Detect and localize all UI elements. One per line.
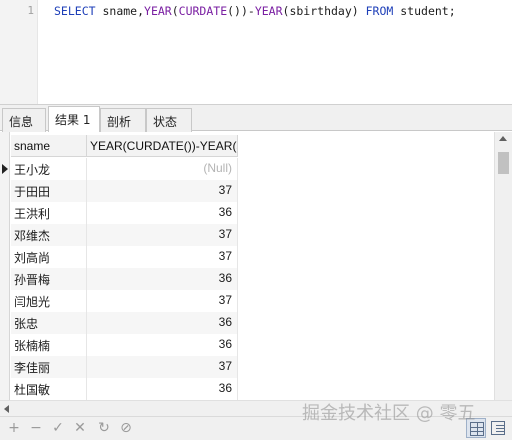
table-row[interactable]: 王小龙 (Null) — [11, 158, 238, 180]
cell-sname[interactable]: 王洪利 — [11, 202, 87, 224]
sql-editor[interactable]: 1 SELECT sname,YEAR(CURDATE())-YEAR(sbir… — [0, 0, 512, 104]
line-number-gutter: 1 — [0, 0, 38, 104]
sql-function-year-2: YEAR — [254, 4, 283, 18]
cell-age[interactable]: 36 — [87, 378, 238, 400]
tab-profile[interactable]: 剖析 — [100, 108, 146, 132]
cell-age[interactable]: 36 — [87, 202, 238, 224]
cell-age[interactable]: 36 — [87, 268, 238, 290]
horizontal-scrollbar[interactable] — [0, 400, 512, 416]
line-number: 1 — [27, 4, 34, 17]
cell-sname[interactable]: 于田田 — [11, 180, 87, 202]
table-row[interactable]: 孙晋梅 36 — [11, 268, 238, 290]
table-row[interactable]: 于田田 37 — [11, 180, 238, 202]
sql-columns: sname, — [95, 4, 145, 18]
cell-age[interactable]: 37 — [87, 224, 238, 246]
cell-sname[interactable]: 孙晋梅 — [11, 268, 87, 290]
vertical-scrollbar[interactable] — [494, 132, 512, 400]
sql-function-curdate: CURDATE — [178, 4, 228, 18]
tab-status[interactable]: 状态 — [146, 108, 192, 132]
table-row[interactable]: 王洪利 36 — [11, 202, 238, 224]
tab-result-1[interactable]: 结果 1 — [48, 106, 100, 133]
cell-age[interactable]: 37 — [87, 290, 238, 312]
cell-sname[interactable]: 李佳丽 — [11, 356, 87, 378]
cell-age[interactable]: 36 — [87, 312, 238, 334]
vertical-scroll-thumb[interactable] — [498, 152, 509, 174]
stop-icon[interactable]: ⊘ — [116, 418, 136, 438]
cell-sname[interactable]: 刘高尚 — [11, 246, 87, 268]
refresh-icon[interactable]: ↻ — [94, 418, 114, 438]
cell-age[interactable]: 37 — [87, 356, 238, 378]
cell-sname[interactable]: 杜国敏 — [11, 378, 87, 400]
column-header-sname[interactable]: sname — [11, 135, 87, 157]
add-icon[interactable]: + — [4, 418, 24, 438]
check-icon[interactable]: ✓ — [48, 418, 68, 438]
cell-age[interactable]: 37 — [87, 180, 238, 202]
table-row[interactable]: 张忠 36 — [11, 312, 238, 334]
scroll-up-arrow-icon[interactable] — [499, 136, 507, 141]
cell-age[interactable]: 37 — [87, 246, 238, 268]
cell-age[interactable]: 36 — [87, 334, 238, 356]
table-row[interactable]: 杜国敏 36 — [11, 378, 238, 400]
sql-paren: ( — [171, 4, 179, 18]
sql-keyword-from: FROM — [365, 4, 394, 18]
table-row[interactable]: 刘高尚 37 — [11, 246, 238, 268]
current-row-indicator-icon — [2, 164, 8, 174]
grid-view-button[interactable] — [466, 418, 486, 438]
form-view-button[interactable] — [488, 418, 508, 438]
cell-sname[interactable]: 王小龙 — [11, 158, 87, 180]
sql-argument: (sbirthday) — [282, 4, 366, 18]
close-icon[interactable]: ✕ — [70, 418, 90, 438]
cell-sname[interactable]: 张忠 — [11, 312, 87, 334]
remove-icon[interactable]: − — [26, 418, 46, 438]
sql-code-line[interactable]: SELECT sname,YEAR(CURDATE())-YEAR(sbirth… — [54, 4, 456, 18]
table-row[interactable]: 邓维杰 37 — [11, 224, 238, 246]
result-tab-bar: 信息 结果 1 剖析 状态 — [0, 104, 512, 133]
result-grid[interactable]: sname YEAR(CURDATE())-YEAR(s 王小龙 (Null) 于田… — [0, 132, 512, 400]
sql-call: ())- — [227, 4, 255, 18]
table-row[interactable]: 张楠楠 36 — [11, 334, 238, 356]
cell-sname[interactable]: 邓维杰 — [11, 224, 87, 246]
column-header-age[interactable]: YEAR(CURDATE())-YEAR(s — [87, 135, 238, 157]
scroll-left-arrow-icon[interactable] — [4, 405, 9, 413]
cell-sname[interactable]: 闫旭光 — [11, 290, 87, 312]
grid-view-icon — [470, 422, 484, 436]
table-row[interactable]: 李佳丽 37 — [11, 356, 238, 378]
cell-age[interactable]: (Null) — [87, 158, 238, 180]
tab-info[interactable]: 信息 — [2, 108, 46, 132]
grid-toolbar: + − ✓ ✕ ↻ ⊘ — [0, 416, 512, 440]
cell-sname[interactable]: 张楠楠 — [11, 334, 87, 356]
sql-table: student; — [393, 4, 456, 18]
form-view-icon — [491, 421, 505, 435]
sql-function-year: YEAR — [144, 4, 172, 18]
sql-keyword-select: SELECT — [54, 4, 96, 18]
table-row[interactable]: 闫旭光 37 — [11, 290, 238, 312]
